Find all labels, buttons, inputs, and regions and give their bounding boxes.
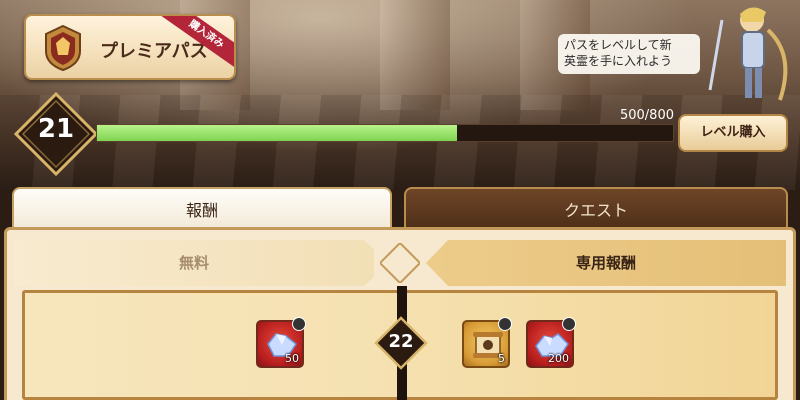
- level-progress-bar: [96, 124, 674, 142]
- hero-character-icon: [708, 7, 788, 101]
- level-progress-fill: [97, 125, 457, 141]
- hero-message-line2: 英霊を手に入れよう: [564, 54, 673, 68]
- pass-emblem-icon: [45, 24, 81, 72]
- current-level: 21: [37, 114, 75, 144]
- buy-level-button[interactable]: レベル購入: [678, 114, 788, 152]
- item-count: 50: [285, 352, 299, 365]
- lock-icon: [498, 317, 512, 331]
- free-column-header: 無料: [14, 240, 374, 286]
- tab-quests[interactable]: クエスト: [404, 187, 788, 231]
- lock-icon: [562, 317, 576, 331]
- hero-message: パスをレベルして新 英霊を手に入れよう: [558, 34, 700, 74]
- hero-message-line1: パスをレベルして新: [564, 38, 672, 52]
- premium-pass-badge[interactable]: プレミアパス 購入済み: [24, 14, 236, 80]
- premium-column-header: 専用報酬: [426, 240, 786, 286]
- free-reward-item[interactable]: 50: [256, 317, 306, 368]
- tab-rewards[interactable]: 報酬: [12, 187, 392, 231]
- item-count: 200: [548, 352, 569, 365]
- pass-title: プレミアパス: [100, 41, 208, 62]
- item-count: 5: [498, 352, 505, 365]
- premium-reward-item[interactable]: 200: [526, 317, 576, 368]
- premium-reward-item[interactable]: 5: [462, 317, 512, 368]
- header-divider-ornament: [380, 243, 420, 283]
- level-progress-text: 500/800: [619, 108, 674, 123]
- lock-icon: [292, 317, 306, 331]
- row-level-number: 22: [388, 331, 414, 352]
